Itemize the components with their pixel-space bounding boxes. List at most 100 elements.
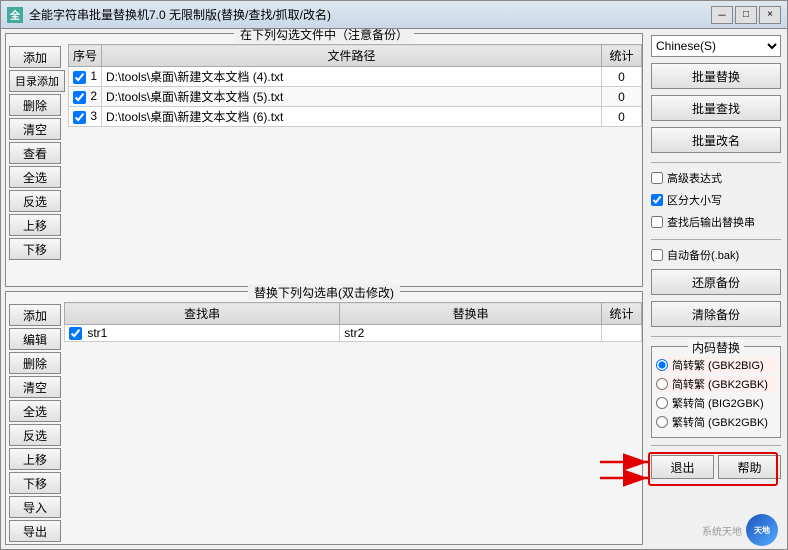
move-up-file-button[interactable]: 上移 <box>9 214 61 236</box>
move-down-replace-button[interactable]: 下移 <box>9 472 61 494</box>
add-file-button[interactable]: 添加 <box>9 46 61 68</box>
edit-replace-button[interactable]: 编辑 <box>9 328 61 350</box>
batch-replace-button[interactable]: 批量替换 <box>651 63 781 89</box>
file-list-title: 在下列勾选文件中（注意备份） <box>234 29 414 43</box>
file-row-path: D:\tools\桌面\新建文本文档 (4).txt <box>102 67 602 87</box>
move-down-file-button[interactable]: 下移 <box>9 238 61 260</box>
inner-code-options: 简转繁 (GBK2BIG) 简转繁 (GBK2GBK) 繁转简 (BIG2GBK) 繁… <box>656 357 776 430</box>
import-button[interactable]: 导入 <box>9 496 61 518</box>
inner-code-radio-2[interactable] <box>656 397 668 409</box>
case-sensitive-row: 区分大小写 <box>651 192 781 208</box>
file-table-row[interactable]: 3 D:\tools\桌面\新建文本文档 (6).txt 0 <box>69 107 642 127</box>
clear-backup-button[interactable]: 清除备份 <box>651 301 781 327</box>
main-content: 在下列勾选文件中（注意备份） 添加 目录添加 删除 清空 查看 全选 反选 上移… <box>1 29 787 549</box>
replace-table-row[interactable]: str1 str2 <box>65 325 642 342</box>
maximize-button[interactable]: □ <box>735 6 757 24</box>
export-button[interactable]: 导出 <box>9 520 61 542</box>
replace-row-checkbox[interactable] <box>69 327 82 340</box>
divider-4 <box>651 445 781 446</box>
clear-replace-button[interactable]: 清空 <box>9 376 61 398</box>
exit-button[interactable]: 退出 <box>651 455 714 479</box>
output-after-find-row: 查找后输出替换串 <box>651 214 781 230</box>
restore-backup-button[interactable]: 还原备份 <box>651 269 781 295</box>
title-bar: 全 全能字符串批量替换机7.0 无限制版(替换/查找/抓取/改名) － □ × <box>1 1 787 29</box>
language-select[interactable]: Chinese(S) English <box>651 35 781 57</box>
replace-row-find: str1 <box>65 325 340 342</box>
file-table: 序号 文件路径 统计 1 D:\tools\桌面\新建文本文档 (4).txt … <box>68 44 642 127</box>
inner-code-radio-1[interactable] <box>656 378 668 390</box>
file-row-num: 1 <box>69 67 102 87</box>
inner-code-label-2: 繁转简 (BIG2GBK) <box>672 395 764 411</box>
inner-code-radio-3[interactable] <box>656 416 668 428</box>
window-title: 全能字符串批量替换机7.0 无限制版(替换/查找/抓取/改名) <box>29 6 711 23</box>
delete-replace-button[interactable]: 删除 <box>9 352 61 374</box>
language-select-row: Chinese(S) English <box>651 35 781 57</box>
file-buttons: 添加 目录添加 删除 清空 查看 全选 反选 上移 下移 <box>6 44 68 286</box>
inner-code-radio-0[interactable] <box>656 359 668 371</box>
divider-1 <box>651 162 781 163</box>
replace-table: 查找串 替换串 统计 str1 str2 <box>64 302 642 342</box>
select-all-replace-button[interactable]: 全选 <box>9 400 61 422</box>
right-panel: Chinese(S) English 批量替换 批量查找 批量改名 高级表达式 … <box>647 29 787 549</box>
output-after-find-checkbox[interactable] <box>651 216 663 228</box>
invert-replace-button[interactable]: 反选 <box>9 424 61 446</box>
close-button[interactable]: × <box>759 6 781 24</box>
invert-select-file-button[interactable]: 反选 <box>9 190 61 212</box>
col-header-num: 序号 <box>69 45 102 67</box>
divider-2 <box>651 239 781 240</box>
file-table-row[interactable]: 1 D:\tools\桌面\新建文本文档 (4).txt 0 <box>69 67 642 87</box>
file-row-checkbox[interactable] <box>73 71 86 84</box>
file-row-stats: 0 <box>602 87 642 107</box>
file-row-stats: 0 <box>602 67 642 87</box>
auto-backup-label: 自动备份(.bak) <box>667 247 739 263</box>
inner-code-radio-row: 简转繁 (GBK2GBK) <box>656 376 776 392</box>
file-row-checkbox[interactable] <box>73 91 86 104</box>
inner-code-section: 内码替换 简转繁 (GBK2BIG)简转繁 (GBK2GBK)繁转简 (BIG2… <box>651 346 781 438</box>
delete-file-button[interactable]: 删除 <box>9 94 61 116</box>
inner-code-label-0: 简转繁 (GBK2BIG) <box>672 357 764 373</box>
inner-code-radio-row: 繁转简 (BIG2GBK) <box>656 395 776 411</box>
case-sensitive-checkbox[interactable] <box>651 194 663 206</box>
col-header-stats2: 统计 <box>602 303 642 325</box>
replace-table-area: 查找串 替换串 统计 str1 str2 <box>64 302 642 544</box>
window-controls: － □ × <box>711 6 781 24</box>
case-sensitive-label: 区分大小写 <box>667 192 722 208</box>
inner-code-label-3: 繁转简 (GBK2GBK) <box>672 414 768 430</box>
file-row-stats: 0 <box>602 107 642 127</box>
inner-code-title: 内码替换 <box>688 339 744 356</box>
auto-backup-checkbox[interactable] <box>651 249 663 261</box>
minimize-button[interactable]: － <box>711 6 733 24</box>
move-up-replace-button[interactable]: 上移 <box>9 448 61 470</box>
app-icon: 全 <box>7 7 23 23</box>
add-replace-button[interactable]: 添加 <box>9 304 61 326</box>
col-header-stats: 统计 <box>602 45 642 67</box>
file-row-num: 2 <box>69 87 102 107</box>
bottom-buttons: 退出 帮助 <box>651 455 781 479</box>
replace-list-section: 替换下列勾选串(双击修改) 添加 编辑 删除 清空 全选 反选 上移 下移 导入… <box>5 291 643 545</box>
advanced-expr-checkbox[interactable] <box>651 172 663 184</box>
help-button[interactable]: 帮助 <box>718 455 781 479</box>
add-dir-button[interactable]: 目录添加 <box>9 70 65 92</box>
auto-backup-row: 自动备份(.bak) <box>651 247 781 263</box>
file-table-row[interactable]: 2 D:\tools\桌面\新建文本文档 (5).txt 0 <box>69 87 642 107</box>
divider-3 <box>651 336 781 337</box>
left-panel: 在下列勾选文件中（注意备份） 添加 目录添加 删除 清空 查看 全选 反选 上移… <box>1 29 647 549</box>
replace-row-replace: str2 <box>340 325 602 342</box>
output-after-find-label: 查找后输出替换串 <box>667 214 755 230</box>
view-file-button[interactable]: 查看 <box>9 142 61 164</box>
batch-rename-button[interactable]: 批量改名 <box>651 127 781 153</box>
inner-code-radio-row: 繁转简 (GBK2GBK) <box>656 414 776 430</box>
replace-buttons: 添加 编辑 删除 清空 全选 反选 上移 下移 导入 导出 <box>6 302 64 544</box>
file-list-section: 在下列勾选文件中（注意备份） 添加 目录添加 删除 清空 查看 全选 反选 上移… <box>5 33 643 287</box>
col-header-replace: 替换串 <box>340 303 602 325</box>
file-row-checkbox[interactable] <box>73 111 86 124</box>
select-all-file-button[interactable]: 全选 <box>9 166 61 188</box>
file-table-area: 序号 文件路径 统计 1 D:\tools\桌面\新建文本文档 (4).txt … <box>68 44 642 286</box>
replace-row-stats <box>602 325 642 342</box>
file-row-path: D:\tools\桌面\新建文本文档 (6).txt <box>102 107 602 127</box>
col-header-find: 查找串 <box>65 303 340 325</box>
advanced-expr-row: 高级表达式 <box>651 170 781 186</box>
clear-file-button[interactable]: 清空 <box>9 118 61 140</box>
batch-find-button[interactable]: 批量查找 <box>651 95 781 121</box>
advanced-expr-label: 高级表达式 <box>667 170 722 186</box>
